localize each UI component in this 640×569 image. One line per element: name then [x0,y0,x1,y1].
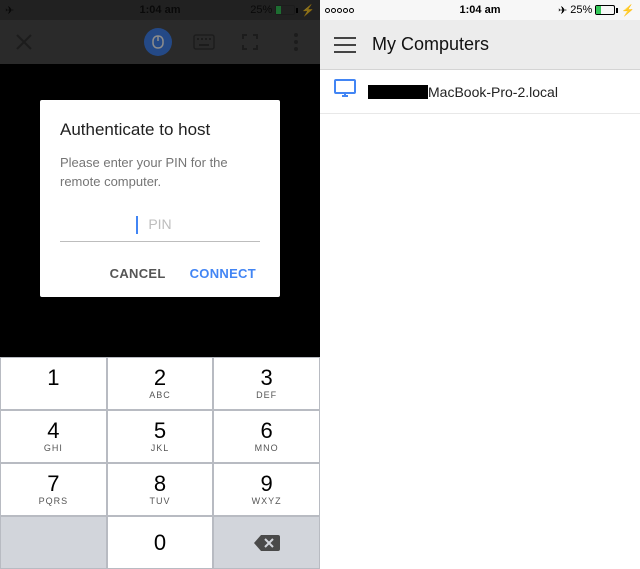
computer-list-item[interactable]: MacBook-Pro-2.local [320,70,640,114]
status-bar-left: ✈ 1:04 am 25% ⚡ [0,0,320,20]
battery-icon [275,5,298,15]
status-bar-right: 1:04 am ✈ 25% ⚡ [320,0,640,20]
pin-placeholder: PIN [148,216,171,232]
more-icon[interactable] [282,28,310,56]
fullscreen-icon[interactable] [236,28,264,56]
numeric-keypad: 1 2ABC 3DEF 4GHI 5JKL 6MNO 7PQRS 8TUV 9W… [0,357,320,569]
keypad-key-0[interactable]: 0 [107,516,214,569]
keypad-backspace[interactable] [213,516,320,569]
status-time-right: 1:04 am [320,4,640,16]
keyboard-icon[interactable] [190,28,218,56]
close-icon[interactable] [10,28,38,56]
auth-dialog: Authenticate to host Please enter your P… [40,100,280,297]
keypad-key-8[interactable]: 8TUV [107,463,214,516]
backspace-icon [253,533,281,553]
app-toolbar [0,20,320,64]
menu-icon[interactable] [334,37,356,53]
dialog-message: Please enter your PIN for the remote com… [60,154,260,192]
page-title: My Computers [372,34,489,55]
keypad-key-5[interactable]: 5JKL [107,410,214,463]
keypad-key-3[interactable]: 3DEF [213,357,320,410]
redacted-name-part [368,85,428,99]
status-time: 1:04 am [0,4,320,16]
monitor-icon [334,79,356,104]
keypad-key-7[interactable]: 7PQRS [0,463,107,516]
connect-button[interactable]: CONNECT [190,266,256,281]
keypad-key-6[interactable]: 6MNO [213,410,320,463]
keypad-key-2[interactable]: 2ABC [107,357,214,410]
text-cursor [136,216,138,234]
keypad-key-4[interactable]: 4GHI [0,410,107,463]
cancel-button[interactable]: CANCEL [110,266,166,281]
pin-input[interactable]: PIN [60,216,260,242]
computer-name: MacBook-Pro-2.local [368,84,558,100]
mouse-mode-button[interactable] [144,28,172,56]
keypad-key-1[interactable]: 1 [0,357,107,410]
screen-header: My Computers [320,20,640,70]
dialog-title: Authenticate to host [60,120,260,140]
battery-icon-right [595,5,618,15]
keypad-blank [0,516,107,569]
keypad-key-9[interactable]: 9WXYZ [213,463,320,516]
